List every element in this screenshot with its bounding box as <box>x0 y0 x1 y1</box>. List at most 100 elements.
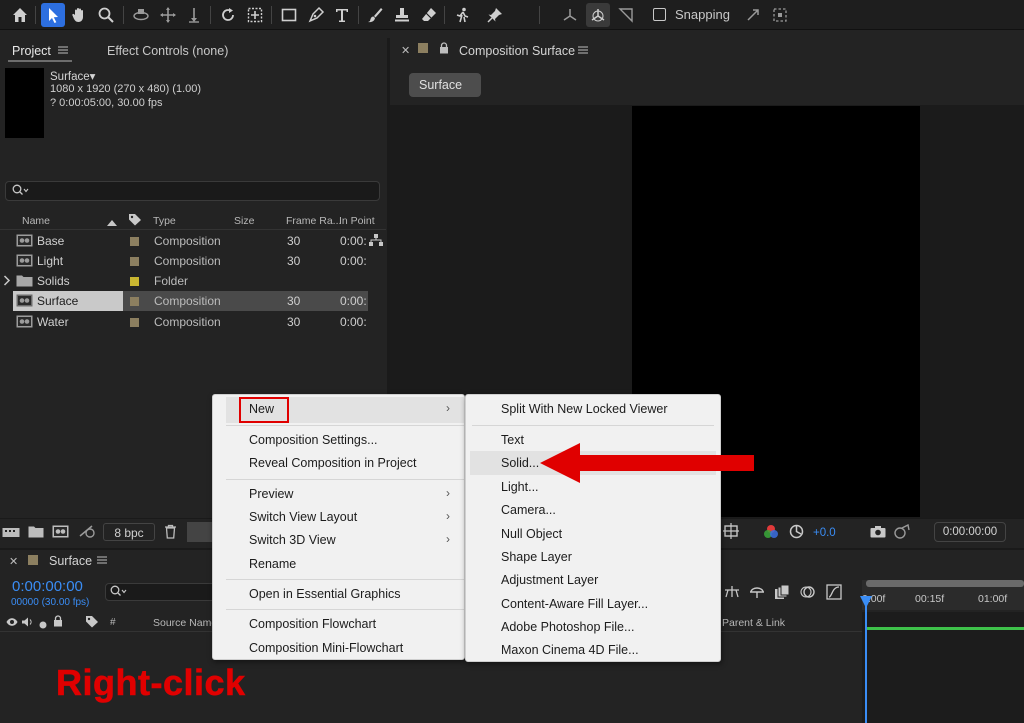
playhead-line[interactable] <box>865 597 867 723</box>
menu-item-open-essential-graphics[interactable]: Open in Essential Graphics <box>249 587 400 601</box>
column-name[interactable]: Name <box>22 215 50 227</box>
timeline-tab-title[interactable]: Surface <box>49 554 92 568</box>
label-swatch[interactable] <box>130 257 139 266</box>
project-search-input[interactable] <box>5 181 380 201</box>
timeline-timecode[interactable]: 0:00:00:00 <box>12 578 83 595</box>
pan-camera-icon[interactable] <box>156 3 180 27</box>
work-area-bar[interactable] <box>866 627 1024 630</box>
project-settings-icon[interactable] <box>78 524 96 542</box>
graph-editor-icon[interactable] <box>826 584 842 603</box>
reset-exposure-icon[interactable] <box>789 524 804 542</box>
label-swatch[interactable] <box>130 277 139 286</box>
motion-blur-icon[interactable] <box>799 584 815 603</box>
orbit-camera-icon[interactable] <box>129 3 153 27</box>
exposure-value[interactable]: +0.0 <box>813 527 836 539</box>
panel-menu-icon[interactable] <box>578 44 588 58</box>
close-icon[interactable]: ✕ <box>9 555 18 568</box>
column-type[interactable]: Type <box>153 215 176 227</box>
project-item[interactable]: Light Composition 30 0:00: <box>0 251 368 271</box>
submenu-item-solid[interactable]: Solid... <box>501 456 539 470</box>
interpret-footage-icon[interactable] <box>2 525 20 542</box>
column-in-point[interactable]: In Point <box>339 215 375 227</box>
label-tag-icon[interactable] <box>85 615 99 631</box>
new-folder-icon[interactable] <box>28 525 44 541</box>
view-axis-icon[interactable] <box>614 3 638 27</box>
brush-tool-icon[interactable] <box>363 3 387 27</box>
video-visibility-icon[interactable] <box>6 616 18 630</box>
label-swatch[interactable] <box>130 318 139 327</box>
channel-rgb-icon[interactable] <box>763 524 779 542</box>
submenu-item-adjustment-layer[interactable]: Adjustment Layer <box>501 573 598 587</box>
flowchart-icon[interactable] <box>369 234 383 249</box>
playhead-handle[interactable] <box>860 596 872 608</box>
tab-effect-controls[interactable]: Effect Controls (none) <box>107 44 228 58</box>
tab-surface[interactable]: Surface <box>409 73 481 97</box>
submenu-item-photoshop-file[interactable]: Adobe Photoshop File... <box>501 620 634 634</box>
dolly-camera-icon[interactable] <box>182 3 206 27</box>
frame-blending-icon[interactable] <box>774 584 790 603</box>
snapshot-camera-icon[interactable] <box>870 525 886 541</box>
show-snapshot-icon[interactable] <box>894 523 910 542</box>
comp-info-name[interactable]: Surface▾ <box>50 69 95 83</box>
project-item[interactable]: Solids Folder <box>0 271 368 291</box>
shy-layers-icon[interactable] <box>749 585 765 602</box>
submenu-item-light[interactable]: Light... <box>501 480 539 494</box>
panel-menu-icon[interactable] <box>58 44 68 58</box>
eraser-tool-icon[interactable] <box>417 3 441 27</box>
project-item[interactable]: Water Composition 30 0:00: <box>0 312 368 332</box>
label-swatch[interactable] <box>130 237 139 246</box>
local-axis-icon[interactable] <box>558 3 582 27</box>
snap-grid-icon[interactable] <box>768 3 792 27</box>
new-composition-icon[interactable] <box>52 525 69 541</box>
menu-item-reveal-composition[interactable]: Reveal Composition in Project <box>249 456 416 470</box>
roto-brush-tool-icon[interactable] <box>450 3 474 27</box>
home-icon[interactable] <box>8 3 32 27</box>
column-parent-link[interactable]: Parent & Link <box>722 617 785 629</box>
rotate-tool-icon[interactable] <box>216 3 240 27</box>
menu-item-switch-view-layout[interactable]: Switch View Layout <box>249 510 357 524</box>
snapping-checkbox[interactable] <box>653 8 666 21</box>
zoom-tool-icon[interactable] <box>94 3 118 27</box>
pen-tool-icon[interactable] <box>304 3 328 27</box>
viewer-panel-title[interactable]: Composition Surface <box>459 44 575 58</box>
project-item[interactable]: Base Composition 30 0:00: <box>0 231 368 251</box>
submenu-item-null-object[interactable]: Null Object <box>501 527 562 541</box>
column-frame-rate[interactable]: Frame Ra... <box>286 215 341 227</box>
column-size[interactable]: Size <box>234 215 254 227</box>
menu-item-composition-settings[interactable]: Composition Settings... <box>249 433 378 447</box>
label-swatch[interactable] <box>130 297 139 306</box>
submenu-item-camera[interactable]: Camera... <box>501 503 556 517</box>
menu-item-composition-flowchart[interactable]: Composition Flowchart <box>249 617 376 631</box>
trash-icon[interactable] <box>164 524 177 542</box>
submenu-item-text[interactable]: Text <box>501 433 524 447</box>
rectangle-tool-icon[interactable] <box>277 3 301 27</box>
hand-tool-icon[interactable] <box>67 3 91 27</box>
submenu-item-shape-layer[interactable]: Shape Layer <box>501 550 572 564</box>
lock-icon[interactable] <box>439 42 449 57</box>
type-tool-icon[interactable] <box>330 3 354 27</box>
audio-icon[interactable] <box>21 616 33 630</box>
selection-tool-icon[interactable] <box>41 3 65 27</box>
solo-icon[interactable] <box>39 618 47 632</box>
puppet-pin-tool-icon[interactable] <box>483 3 507 27</box>
submenu-item-cinema4d-file[interactable]: Maxon Cinema 4D File... <box>501 643 639 657</box>
project-item-selected[interactable]: Surface Composition 30 0:00: <box>0 291 368 311</box>
expand-chevron-icon[interactable] <box>3 275 11 289</box>
column-layer-number[interactable]: # <box>110 617 116 628</box>
anchor-point-tool-icon[interactable] <box>243 3 267 27</box>
draft-3d-icon[interactable] <box>724 585 740 602</box>
close-icon[interactable]: ✕ <box>401 44 410 57</box>
tab-project[interactable]: Project <box>12 44 51 58</box>
world-axis-icon[interactable] <box>586 3 610 27</box>
menu-item-switch-3d-view[interactable]: Switch 3D View <box>249 533 336 547</box>
panel-menu-icon[interactable] <box>97 554 107 568</box>
menu-item-composition-mini-flowchart[interactable]: Composition Mini-Flowchart <box>249 641 403 655</box>
safe-margins-icon[interactable] <box>723 523 739 542</box>
label-tag-icon[interactable] <box>128 213 142 229</box>
color-depth-button[interactable]: 8 bpc <box>103 523 155 541</box>
submenu-item-split-locked-viewer[interactable]: Split With New Locked Viewer <box>501 402 668 416</box>
menu-item-rename[interactable]: Rename <box>249 557 296 571</box>
clone-stamp-tool-icon[interactable] <box>390 3 414 27</box>
lock-icon[interactable] <box>53 615 63 630</box>
submenu-item-content-aware-fill[interactable]: Content-Aware Fill Layer... <box>501 597 648 611</box>
